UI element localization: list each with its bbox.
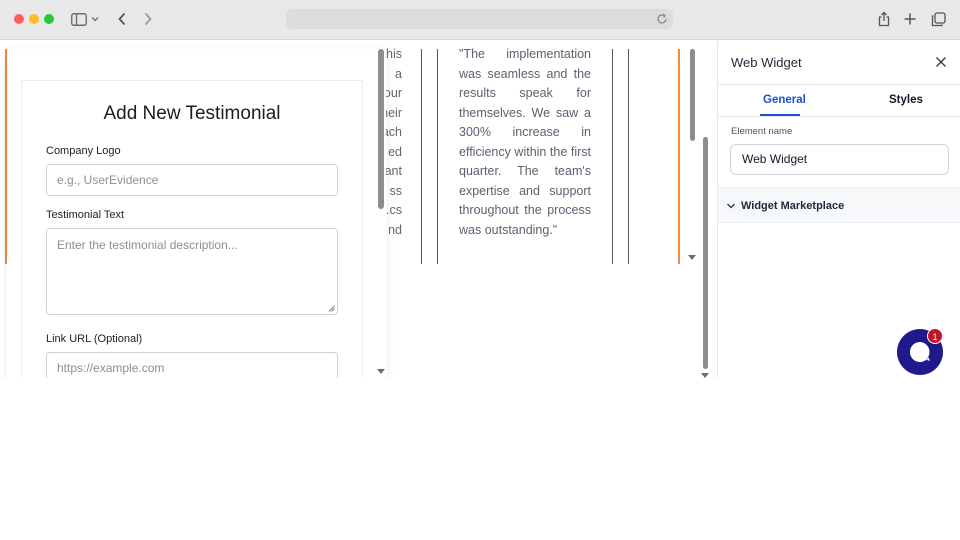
panel-divider [718, 84, 960, 85]
close-icon[interactable] [934, 55, 948, 69]
column-divider [612, 49, 613, 264]
browser-toolbar [0, 0, 960, 40]
page-scrollbar-thumb[interactable] [703, 137, 708, 369]
close-window-button[interactable] [14, 14, 24, 24]
chevron-down-icon [727, 203, 735, 209]
clipped-text-line: his [386, 47, 402, 61]
scroll-down-arrow-icon[interactable] [701, 373, 709, 378]
clipped-text-line: a [395, 66, 402, 81]
testimonial-text-label: Testimonial Text [46, 209, 125, 221]
tab-general[interactable]: General [763, 94, 806, 106]
scroll-down-arrow-icon[interactable] [377, 369, 385, 374]
tabs-divider [718, 116, 960, 117]
column-divider [421, 49, 422, 264]
link-url-label: Link URL (Optional) [46, 333, 143, 345]
notification-badge: 1 [927, 328, 943, 344]
canvas-scrollbar-thumb[interactable] [690, 49, 695, 141]
widget-marketplace-section[interactable]: Widget Marketplace [718, 187, 960, 223]
widget-settings-panel: Web Widget General Styles Element name W… [717, 41, 960, 378]
share-icon[interactable] [873, 9, 895, 29]
page-viewport: Add New Testimonial Company Logo e.g., U… [0, 41, 960, 378]
resize-handle-icon[interactable] [328, 305, 335, 312]
column-divider [437, 49, 438, 264]
link-url-input[interactable]: https://example.com [46, 352, 338, 378]
minimize-window-button[interactable] [29, 14, 39, 24]
chevron-down-icon[interactable] [88, 9, 102, 29]
panel-title: Web Widget [731, 55, 802, 70]
element-name-input[interactable]: Web Widget [730, 144, 949, 175]
clipped-text-line: ed [388, 144, 402, 159]
forward-arrow-icon[interactable] [137, 9, 159, 29]
accent-border-right [678, 49, 680, 264]
testimonial-text-placeholder: Enter the testimonial description... [57, 238, 238, 252]
testimonial-quote: "The implementation was seamless and the… [459, 47, 591, 237]
form-scrollbar-thumb[interactable] [378, 49, 384, 209]
tab-styles[interactable]: Styles [889, 94, 923, 106]
scroll-down-arrow-icon[interactable] [688, 255, 696, 260]
element-name-label: Element name [731, 126, 793, 137]
clipped-text-line: nd [388, 222, 402, 237]
company-logo-label: Company Logo [46, 145, 121, 157]
address-bar[interactable] [286, 9, 673, 29]
clipped-text-column: his a our heir ach ed ant ss cs. nd [386, 45, 402, 240]
maximize-window-button[interactable] [44, 14, 54, 24]
widget-marketplace-label: Widget Marketplace [741, 200, 845, 212]
clipped-text-line: our [386, 86, 402, 100]
testimonial-text-textarea[interactable]: Enter the testimonial description... [46, 228, 338, 315]
clipped-text-line: heir [386, 105, 402, 120]
column-divider [628, 49, 629, 264]
reload-icon[interactable] [655, 12, 669, 26]
form-title: Add New Testimonial [103, 103, 281, 124]
back-arrow-icon[interactable] [111, 9, 133, 29]
sidebar-toggle-icon[interactable] [68, 9, 90, 29]
clipped-text-line: ant [386, 164, 402, 178]
clipped-text-line: ach [386, 125, 402, 139]
clipped-text-line: cs. [386, 203, 402, 217]
new-tab-icon[interactable] [899, 9, 921, 29]
company-logo-input[interactable]: e.g., UserEvidence [46, 164, 338, 196]
tab-overview-icon[interactable] [927, 9, 949, 29]
clipped-text-line: ss [389, 183, 403, 198]
